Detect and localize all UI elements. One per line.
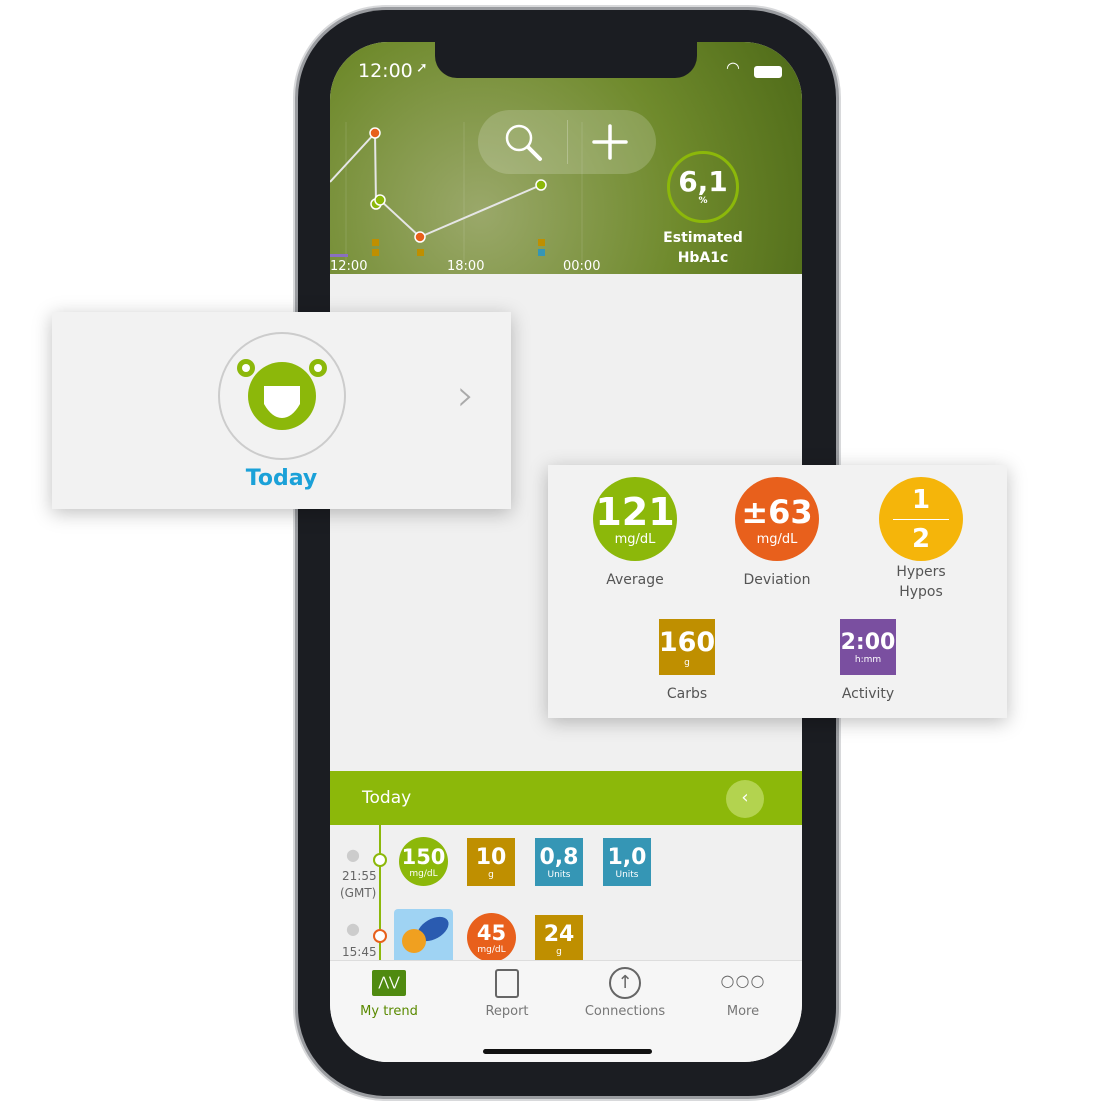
mascot-avatar (218, 332, 346, 460)
entry-time: 21:55 (342, 869, 377, 883)
hba1c-label: HbA1c (677, 250, 729, 266)
carbs-badge: 10 g (467, 838, 515, 886)
tab-my-trend[interactable]: ⋀⋁ My trend (330, 961, 448, 1019)
status-time: 12:00 (358, 60, 413, 82)
tab-bar: ⋀⋁ My trend Report ↑ Connections ○○○ Mor… (330, 960, 802, 1062)
hba1c-label: Estimated (663, 230, 743, 246)
location-pin-icon: ● (346, 845, 360, 864)
more-icon: ○○○ (720, 971, 766, 990)
collapse-button[interactable]: ‹ (726, 780, 764, 818)
home-indicator (483, 1049, 652, 1054)
timeline-node (373, 929, 387, 943)
carb-marker (538, 239, 545, 246)
trend-icon: ⋀⋁ (372, 970, 406, 996)
carb-marker (417, 249, 424, 256)
carb-marker (372, 239, 379, 246)
carbs-badge: 160 g (659, 619, 715, 675)
deviation-badge: ±63 mg/dL (735, 477, 819, 561)
tab-label: Report (485, 1004, 529, 1019)
insulin-badge: 0,8 Units (535, 838, 583, 886)
point-low (414, 231, 426, 243)
hypos-label: Hypos (899, 584, 943, 600)
add-button[interactable] (592, 124, 628, 164)
activity-label: Activity (841, 686, 895, 702)
tab-label: My trend (360, 1004, 418, 1019)
hba1c-unit: % (698, 196, 708, 206)
stats-card: 121 mg/dL Average ±63 mg/dL Deviation 12 H… (548, 465, 1007, 718)
point (374, 194, 386, 206)
hba1c-ring[interactable]: 6,1 % (667, 151, 739, 223)
log-entry[interactable]: ● 21:55 (GMT) 150 mg/dL 10 g 0,8 Units 1,0 U… (330, 825, 802, 901)
carbs-label: Carbs (666, 686, 708, 702)
activity-marker (330, 254, 348, 257)
average-badge: 121 mg/dL (593, 477, 677, 561)
point (535, 179, 547, 191)
trend-header: 12:00 ➚ ◠ 6,1 % Estimated HbA1c 12:00 18… (330, 42, 802, 274)
hba1c-value: 6,1 (678, 165, 728, 198)
location-icon: ➚ (416, 60, 428, 76)
today-label: Today (245, 466, 318, 491)
notch (435, 42, 697, 78)
time-tick: 12:00 (330, 259, 368, 274)
location-pin-icon: ● (346, 919, 360, 938)
entry-time: 15:45 (342, 945, 377, 959)
deviation-label: Deviation (743, 572, 811, 588)
battery-icon (754, 66, 782, 78)
time-tick: 18:00 (447, 259, 485, 274)
log-title: Today (362, 788, 412, 808)
search-button[interactable] (502, 122, 548, 170)
insulin-marker (538, 249, 545, 256)
divider (567, 120, 568, 164)
entry-timezone: (GMT) (340, 886, 377, 900)
point-high (369, 127, 381, 139)
action-pill (478, 110, 656, 174)
carbs-badge: 24 g (535, 915, 583, 961)
insulin-badge: 1,0 Units (603, 838, 651, 886)
glucose-badge: 45 mg/dL (467, 913, 516, 961)
tab-report[interactable]: Report (448, 961, 566, 1019)
wifi-icon: ◠ (726, 58, 740, 77)
log-entry[interactable]: ● 15:45 45 mg/dL 24 g (330, 901, 802, 961)
log-header: Today ‹ (330, 771, 802, 825)
tab-label: Connections (584, 1004, 666, 1019)
today-card[interactable]: › Today (52, 312, 511, 509)
upload-icon: ↑ (609, 967, 641, 999)
time-tick: 00:00 (563, 259, 601, 274)
tab-connections[interactable]: ↑ Connections (566, 961, 684, 1019)
activity-badge: 2:00 h:mm (840, 619, 896, 675)
timeline-node (373, 853, 387, 867)
hypers-label: Hypers (896, 564, 946, 580)
report-icon (495, 969, 519, 998)
average-label: Average (606, 572, 664, 588)
hypers-hypos-badge: 12 (879, 477, 963, 561)
tab-more[interactable]: ○○○ More (684, 961, 802, 1019)
chevron-right-icon: › (457, 370, 475, 421)
tab-label: More (726, 1004, 760, 1019)
meal-photo[interactable] (394, 909, 453, 961)
carb-marker (372, 249, 379, 256)
glucose-badge: 150 mg/dL (399, 837, 448, 886)
